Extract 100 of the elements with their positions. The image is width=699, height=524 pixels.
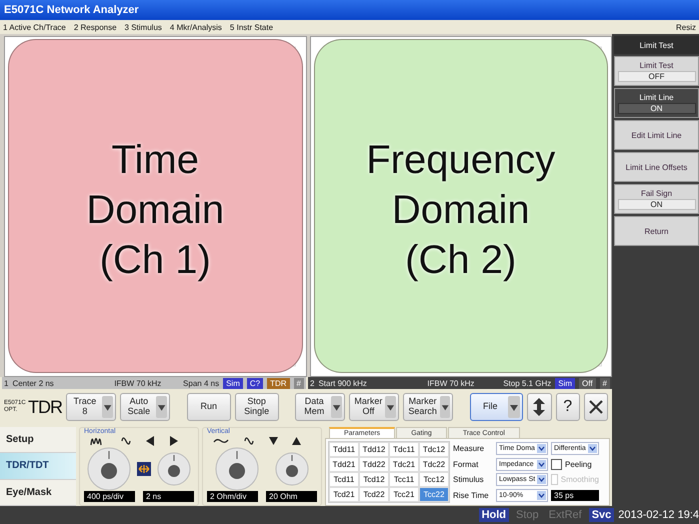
status-tag: # (294, 378, 304, 388)
chevron-down-icon (537, 490, 546, 500)
menu-item[interactable]: 2 Response (74, 22, 117, 32)
dropdown-button[interactable]: Auto Scale (120, 393, 170, 421)
knob[interactable] (275, 452, 309, 486)
resize-button[interactable] (527, 393, 552, 421)
softkey-button[interactable]: Limit Line Offsets (614, 152, 699, 182)
status-indicator: Hold (478, 508, 510, 522)
parameter-option[interactable]: Tdd21 (329, 457, 359, 472)
status-tag: TDR (267, 378, 290, 388)
ifbw-text: IFBW 70 kHz (113, 378, 162, 388)
value-readout: 2 Ohm/div (207, 491, 258, 502)
checkbox[interactable] (551, 458, 562, 470)
wave-icon (120, 435, 132, 447)
parameter-option[interactable]: Tcc12 (419, 472, 449, 487)
chevron-down-icon (537, 475, 546, 484)
setting-label: Stimulus (453, 475, 485, 484)
parameter-option[interactable]: Tcc11 (389, 472, 419, 487)
parameter-option[interactable]: Tcc21 (389, 487, 419, 502)
caret-icon (508, 396, 520, 418)
status-tag: Off (579, 378, 596, 388)
side-tab[interactable]: Eye/Mask (0, 480, 76, 506)
toolbar-button[interactable]: Stop Single (234, 393, 279, 421)
wave-icon (243, 435, 255, 447)
close-icon (588, 400, 603, 414)
window-title: E5071C Network Analyzer (4, 4, 139, 16)
status-tag: # (600, 378, 610, 388)
sweep-start-text: Start 900 kHz (318, 378, 368, 388)
menu-item[interactable]: 4 Mkr/Analysis (170, 22, 222, 32)
parameter-option[interactable]: Tdc11 (389, 442, 419, 457)
dropdown-button[interactable]: Marker Off (349, 393, 400, 421)
parameter-option[interactable]: Tdd11 (329, 442, 359, 457)
softkey-button[interactable]: Limit Line ON (614, 88, 699, 118)
dropdown-button[interactable]: Trace 8 (66, 393, 116, 421)
parameter-option[interactable]: Tcd22 (359, 487, 389, 502)
status-indicator: Svc (588, 508, 614, 522)
status-tag: Sim (223, 378, 243, 388)
softkey-button[interactable]: Edit Limit Line (614, 120, 699, 150)
status-tag: C? (246, 378, 264, 388)
caret-icon (331, 396, 342, 418)
dropdown-button[interactable]: Data Mem (295, 393, 346, 421)
menu-item[interactable]: Resiz (676, 22, 696, 32)
side-tab[interactable]: Setup (0, 427, 76, 454)
checkbox-label: Smoothing (560, 475, 599, 484)
status-indicator: Stop (515, 508, 540, 522)
parameter-option[interactable]: Tcd21 (329, 487, 359, 502)
knob[interactable] (87, 447, 131, 491)
sweep-start-text: Center 2 ns (12, 378, 55, 388)
knob[interactable] (215, 447, 259, 491)
help-button[interactable]: ? (556, 393, 580, 421)
menu-item[interactable]: 3 Stimulus (124, 22, 162, 32)
up-down-arrow-icon (533, 398, 546, 416)
overlay-caption: Frequency Domain (Ch 2) (365, 137, 556, 284)
toggle-value: ON (618, 198, 696, 210)
chevron-down-icon (588, 444, 597, 454)
status-indicator: ExtRef (548, 508, 583, 522)
softkey-button[interactable]: Return (614, 216, 699, 246)
toolbar-button[interactable]: Run (186, 393, 231, 421)
move-icon[interactable] (137, 462, 151, 476)
value-readout: 35 ps (551, 490, 599, 501)
parameter-option[interactable]: Tdc21 (389, 457, 419, 472)
chevron-down-icon (537, 460, 546, 469)
value-readout: 20 Ohm (266, 491, 317, 502)
dropdown-button[interactable]: File (470, 393, 524, 421)
status-tag: Sim (555, 378, 576, 388)
parameter-option[interactable]: Tdd22 (359, 457, 389, 472)
channel-number: 2 (310, 378, 314, 388)
softkey-button[interactable]: Fail Sign ON (614, 184, 699, 214)
chevron-down-icon (537, 444, 546, 454)
caret-icon (385, 396, 396, 418)
softkey-button[interactable]: Limit Test OFF (614, 56, 699, 86)
sweep-end-text: Stop 5.1 GHz (503, 378, 552, 388)
parameter-option[interactable]: Tdc22 (419, 457, 449, 472)
sweep-end-text: Span 4 ns (183, 378, 220, 388)
parameter-option[interactable]: Tcd11 (329, 472, 359, 487)
parameter-option[interactable]: Tcc22 (419, 487, 449, 502)
setting-label: Measure (453, 444, 486, 454)
value-readout: 400 ps/div (84, 491, 135, 502)
caret-icon (102, 396, 113, 418)
parameter-option[interactable]: Tcd12 (359, 472, 389, 487)
value-readout: 2 ns (143, 491, 194, 502)
ifbw-text: IFBW 70 kHz (426, 378, 476, 388)
menu-item[interactable]: 1 Active Ch/Trace (3, 22, 66, 32)
side-tab[interactable]: TDR/TDT (0, 453, 76, 480)
menu-item[interactable]: 5 Instr State (230, 22, 274, 32)
parameter-option[interactable]: Tdd12 (359, 442, 389, 457)
caret-icon (440, 396, 450, 418)
logo-text: TDR (28, 396, 62, 418)
toggle-value: ON (618, 102, 696, 114)
close-button[interactable] (584, 393, 608, 421)
menu-title: Limit Test (614, 36, 699, 54)
parameter-option[interactable]: Tdc12 (419, 442, 449, 457)
setting-label: Rise Time (453, 490, 490, 500)
checkbox-label: Peeling (565, 460, 592, 469)
left-right-arrows-icon (146, 436, 178, 446)
overlay-caption: Time Domain (Ch 1) (85, 137, 226, 284)
setting-label: Format (453, 460, 480, 469)
knob[interactable] (157, 452, 191, 486)
dropdown-button[interactable]: Marker Search (403, 393, 454, 421)
caret-icon (156, 396, 167, 418)
